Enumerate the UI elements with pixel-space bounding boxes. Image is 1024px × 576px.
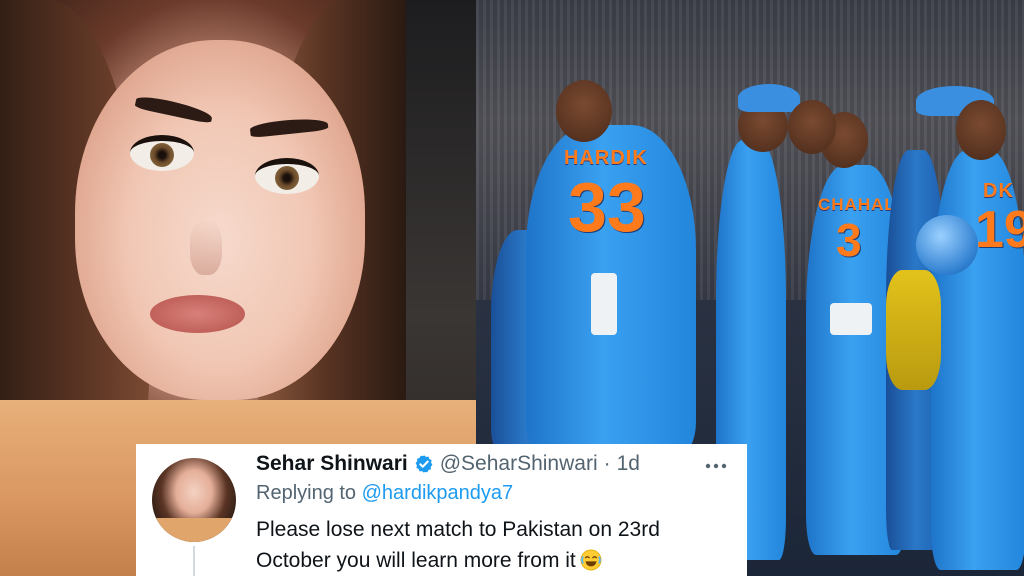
- replying-to: Replying to @hardikpandya7: [256, 482, 513, 505]
- towel: [591, 273, 617, 335]
- jersey-number-dk: 19: [975, 201, 1024, 259]
- face: [75, 40, 365, 400]
- right-eye: [255, 158, 319, 194]
- player-hardik: HARDIK 33: [526, 125, 696, 455]
- keeper-glove: [886, 270, 941, 390]
- replying-prefix: Replying to: [256, 482, 357, 504]
- jersey-number-chahal: 3: [836, 214, 862, 266]
- player-dk: DK 19: [931, 150, 1024, 570]
- avatar[interactable]: [152, 458, 236, 542]
- timestamp[interactable]: 1d: [617, 452, 640, 476]
- player-head-dk: [956, 100, 1006, 160]
- right-eyebrow: [249, 115, 329, 139]
- towel-chahal: [830, 303, 872, 335]
- mention-link[interactable]: @hardikpandya7: [362, 482, 514, 504]
- verified-badge-icon: [415, 455, 433, 473]
- thread-line: [193, 546, 195, 576]
- more-dots-icon[interactable]: [705, 452, 727, 475]
- left-eye: [130, 135, 194, 171]
- handle[interactable]: @SeharShinwari: [440, 452, 598, 476]
- tweet-header: Sehar Shinwari @SeharShinwari · 1d: [256, 448, 640, 480]
- player-head-mid: [788, 100, 836, 154]
- separator: ·: [603, 452, 611, 475]
- joy-emoji-icon: [580, 549, 602, 571]
- left-eyebrow: [134, 94, 214, 124]
- display-name[interactable]: Sehar Shinwari: [256, 452, 408, 476]
- lips: [150, 295, 245, 333]
- jersey-name-chahal: CHAHAL: [818, 195, 896, 214]
- tweet-text: Please lose next match to Pakistan on 23…: [256, 514, 736, 576]
- jersey-number-hardik: 33: [568, 168, 646, 246]
- cap-center: [738, 84, 800, 112]
- nose: [190, 220, 222, 275]
- player-head-hardik: [556, 80, 612, 142]
- tweet-card: Sehar Shinwari @SeharShinwari · 1d Reply…: [136, 444, 747, 576]
- helmet: [916, 215, 978, 275]
